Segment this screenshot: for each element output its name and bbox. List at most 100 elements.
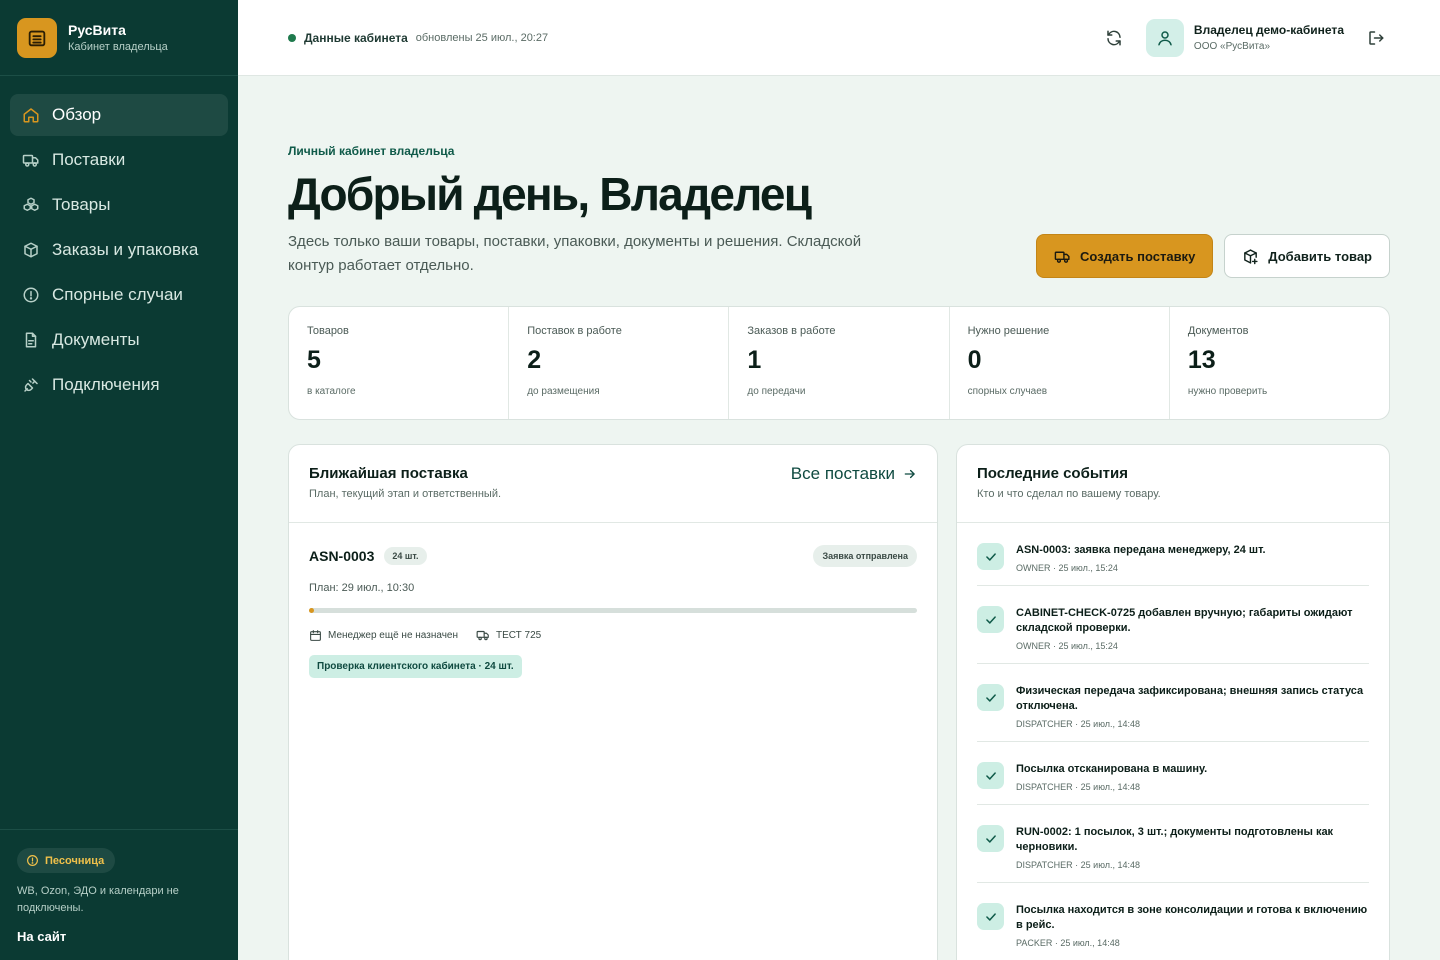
event-text: Посылка находится в зоне консолидации и … xyxy=(1016,904,1368,931)
status-badge: Заявка отправлена xyxy=(813,545,917,567)
event-text: Физическая передача зафиксирована; внешн… xyxy=(1016,685,1364,712)
stat-value: 0 xyxy=(967,346,982,374)
stat-shipments[interactable]: Поставок в работе 2 до размещения xyxy=(509,307,730,419)
brand-name: РусВита xyxy=(68,22,126,38)
sidebar: РусВита Кабинет владельца Обзор Поставки… xyxy=(0,0,238,960)
sidebar-item-products[interactable]: Товары xyxy=(10,184,228,226)
shipment-progress-bar xyxy=(309,608,917,613)
sidebar-item-label: Обзор xyxy=(52,105,102,124)
user-info: Владелец демо-кабинета ООО «РусВита» xyxy=(1194,23,1344,52)
shipment-manager: Менеджер ещё не назначен xyxy=(309,629,458,642)
stat-value: 1 xyxy=(747,346,762,374)
event-meta: PACKER · 25 июл., 14:48 xyxy=(1016,938,1120,948)
stat-documents[interactable]: Документов 13 нужно проверить xyxy=(1170,307,1389,419)
arrow-right-icon xyxy=(904,469,915,479)
event-meta: DISPATCHER · 25 июл., 14:48 xyxy=(1016,719,1141,729)
shipment-id: ASN-0003 xyxy=(309,548,375,564)
refresh-button[interactable] xyxy=(1100,24,1128,52)
list-item[interactable]: Посылка отсканирована в машину. DISPATCHE… xyxy=(977,742,1369,805)
sidebar-item-connections[interactable]: Подключения xyxy=(10,364,228,406)
shipment-card[interactable]: ASN-0003 24 шт. Заявка отправлена План: … xyxy=(289,523,937,700)
shipment-vehicle: ТЕСТ 725 xyxy=(476,628,541,642)
sidebar-item-label: Спорные случаи xyxy=(52,285,183,304)
list-item[interactable]: Посылка находится в зоне консолидации и … xyxy=(977,883,1369,960)
list-item[interactable]: RUN-0002: 1 посылок, 3 шт.; документы по… xyxy=(977,805,1369,883)
sidebar-item-label: Товары xyxy=(52,195,111,214)
recent-events-panel: Последние события Кто и что сделал по ва… xyxy=(956,444,1390,960)
check-badge: Проверка клиентского кабинета · 24 шт. xyxy=(309,655,522,678)
stat-sub: в каталоге xyxy=(307,386,356,397)
panel-header: Ближайшая поставка План, текущий этап и … xyxy=(289,445,937,523)
event-meta: OWNER · 25 июл., 15:24 xyxy=(1016,563,1118,573)
brand-subtitle: Кабинет владельца xyxy=(68,41,168,53)
event-text: CABINET-CHECK-0725 добавлен вручную; габ… xyxy=(1016,607,1353,634)
hero-row: Здесь только ваши товары, поставки, упак… xyxy=(288,230,1390,278)
check-icon xyxy=(977,903,1004,930)
shipment-vehicle-label: ТЕСТ 725 xyxy=(496,629,542,641)
event-text: ASN-0003: заявка передана менеджеру, 24 … xyxy=(1016,544,1266,556)
sidebar-item-orders[interactable]: Заказы и упаковка xyxy=(10,229,228,271)
stat-products[interactable]: Товаров 5 в каталоге xyxy=(289,307,510,419)
sidebar-item-disputes[interactable]: Спорные случаи xyxy=(10,274,228,316)
create-shipment-label: Создать поставку xyxy=(1080,248,1196,264)
main-content: Личный кабинет владельца Добрый день, Вл… xyxy=(288,76,1390,960)
boxes-icon xyxy=(23,197,39,211)
check-icon xyxy=(977,606,1004,633)
panel-subtitle: План, текущий этап и ответственный. xyxy=(309,488,502,500)
sandbox-badge: Песочница xyxy=(17,848,116,873)
stat-orders[interactable]: Заказов в работе 1 до передачи xyxy=(729,307,950,419)
status-title: Данные кабинета xyxy=(304,30,408,45)
truck-icon xyxy=(1054,251,1070,263)
shipment-top: ASN-0003 24 шт. Заявка отправлена xyxy=(309,545,917,567)
stat-label: Товаров xyxy=(307,325,349,337)
stat-value: 2 xyxy=(527,346,542,374)
logout-button[interactable] xyxy=(1362,24,1390,52)
check-icon xyxy=(977,543,1004,570)
sidebar-item-documents[interactable]: Документы xyxy=(10,319,228,361)
check-icon xyxy=(977,762,1004,789)
status-time: обновлены 25 июл., 20:27 xyxy=(415,31,549,44)
avatar[interactable] xyxy=(1145,18,1184,57)
add-product-button[interactable]: Добавить товар xyxy=(1224,234,1390,278)
stat-sub: нужно проверить xyxy=(1187,386,1268,397)
list-item[interactable]: ASN-0003: заявка передана менеджеру, 24 … xyxy=(977,523,1369,586)
document-icon xyxy=(25,332,37,348)
topbar-right: Владелец демо-кабинета ООО «РусВита» xyxy=(1100,18,1390,57)
stat-label: Документов xyxy=(1187,325,1249,337)
stat-label: Нужно решение xyxy=(967,325,1050,337)
package-icon xyxy=(24,242,38,258)
event-meta: DISPATCHER · 25 июл., 14:48 xyxy=(1016,782,1141,792)
nearest-shipment-panel: Ближайшая поставка План, текущий этап и … xyxy=(288,444,938,960)
page-title: Добрый день, Владелец xyxy=(288,168,812,220)
stat-sub: спорных случаев xyxy=(967,386,1048,397)
stats-summary: Товаров 5 в каталоге Поставок в работе 2… xyxy=(288,306,1390,420)
site-link[interactable]: На сайт xyxy=(17,929,221,944)
stat-label: Заказов в работе xyxy=(747,325,836,337)
event-meta: OWNER · 25 июл., 15:24 xyxy=(1016,641,1118,651)
sidebar-item-overview[interactable]: Обзор xyxy=(10,94,228,136)
topbar: Данные кабинета обновлены 25 июл., 20:27… xyxy=(238,0,1440,76)
panel-title: Последние события xyxy=(977,465,1128,482)
list-item[interactable]: CABINET-CHECK-0725 добавлен вручную; габ… xyxy=(977,586,1369,664)
panels: Ближайшая поставка План, текущий этап и … xyxy=(288,444,1390,960)
create-shipment-button[interactable]: Создать поставку xyxy=(1036,234,1214,278)
info-circle-icon xyxy=(27,855,38,866)
brand[interactable]: РусВита Кабинет владельца xyxy=(0,0,238,76)
truck-icon xyxy=(22,154,39,167)
shipment-manager-label: Менеджер ещё не назначен xyxy=(328,629,458,641)
stat-sub: до размещения xyxy=(527,386,600,397)
sidebar-footer: Песочница WB, Ozon, ЭДО и календари не п… xyxy=(0,829,238,960)
stat-value: 5 xyxy=(307,346,321,374)
sidebar-item-label: Заказы и упаковка xyxy=(52,240,199,259)
home-icon xyxy=(23,108,39,123)
warehouse-logo-icon xyxy=(17,17,57,58)
stat-decisions[interactable]: Нужно решение 0 спорных случаев xyxy=(950,307,1170,419)
shipment-meta: Менеджер ещё не назначен ТЕСТ 725 xyxy=(309,628,917,642)
panel-title: Ближайшая поставка xyxy=(309,465,468,482)
user-org: ООО «РусВита» xyxy=(1193,41,1271,52)
sidebar-item-shipments[interactable]: Поставки xyxy=(10,139,228,181)
sidebar-item-label: Документы xyxy=(52,330,140,349)
all-shipments-link[interactable]: Все поставки xyxy=(791,464,917,483)
shipment-qty-badge: 24 шт. xyxy=(384,547,427,565)
list-item[interactable]: Физическая передача зафиксирована; внешн… xyxy=(977,664,1369,742)
